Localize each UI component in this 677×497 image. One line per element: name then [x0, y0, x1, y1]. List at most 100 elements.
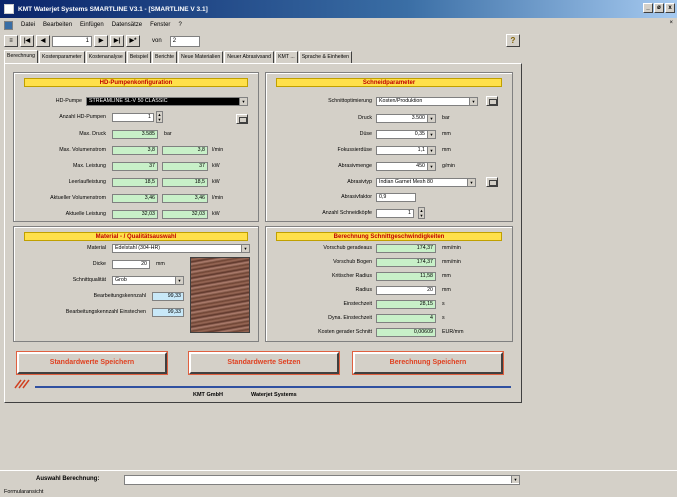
tab-berechnung[interactable]: Berechnung — [4, 50, 38, 63]
tab-kostenparameter[interactable]: Kostenparameter — [38, 51, 85, 63]
calculation-panel: HD-Pumpenkonfiguration HD-Pumpe STREAMLI… — [4, 63, 522, 403]
cutting-params-group: Schneidparameter Schnittoptimierung Kost… — [265, 72, 513, 222]
chevron-down-icon: ▼ — [175, 277, 183, 284]
record-number-input[interactable]: 1 — [52, 35, 92, 47]
abrasive-type-label: Abrasivtyp — [347, 179, 372, 185]
critical-radius-label: Kritischer Radius — [331, 273, 372, 279]
calc-select-label: Auswahl Berechnung: — [36, 476, 100, 482]
cost-straight-unit: EUR/mm — [442, 329, 464, 335]
menu-fenster[interactable]: Fenster — [150, 22, 170, 28]
close-icon[interactable]: × — [669, 20, 673, 26]
speed-calc-header: Berechnung Schnittgeschwindigkeiten — [276, 232, 502, 241]
material-group: Material - / Qualitätsauswahl Material E… — [13, 226, 259, 342]
abrasive-amount-select[interactable]: 450 ▼ — [376, 162, 436, 171]
radius-unit: mm — [442, 287, 451, 293]
set-defaults-button[interactable]: Standardwerte Setzen — [188, 351, 340, 375]
heads-input[interactable]: 1 — [376, 209, 414, 218]
menu-bearbeiten[interactable]: Bearbeiten — [43, 22, 72, 28]
quality-select[interactable]: Grob ▼ — [112, 276, 184, 285]
pump-select[interactable]: STREAMLINE SL-V 50 CLASSIC ▼ — [86, 97, 248, 106]
thickness-input[interactable]: 20 — [112, 260, 150, 269]
max-flow-unit: l/min — [212, 147, 224, 153]
focus-nozzle-select[interactable]: 1,1 ▼ — [376, 146, 436, 155]
heads-label: Anzahl Schneidköpfe — [322, 210, 372, 216]
abrasive-factor-value: 0,9 — [376, 193, 416, 202]
menu-help[interactable]: ? — [178, 22, 181, 28]
abrasive-factor-label: Abrasivfaktor — [341, 194, 372, 200]
quality-label: Schnittqualität — [72, 277, 106, 283]
new-record-button[interactable]: ▶* — [126, 35, 140, 47]
nozzle-label: Düse — [359, 131, 372, 137]
max-flow-value: 3,8 — [112, 146, 158, 155]
save-defaults-button[interactable]: Standardwerte Speichern — [16, 351, 168, 375]
max-pressure-label: Max. Druck — [79, 131, 106, 137]
window-title: KMT Waterjet Systems SMARTLINE V3.1 - [S… — [18, 5, 208, 13]
footer-company: KMT GmbH — [193, 392, 223, 398]
kmt-logo-icon — [13, 379, 33, 389]
pump-config-header: HD-Pumpenkonfiguration — [24, 78, 248, 87]
tab-kostenanalyse[interactable]: Kostenanalyse — [85, 51, 126, 63]
nozzle-unit: mm — [442, 131, 451, 137]
next-record-button[interactable]: ▶ — [94, 35, 108, 47]
help-button[interactable]: ? — [506, 34, 520, 47]
minimize-button[interactable]: _ — [643, 3, 653, 13]
machinability-pierce-label: Bearbeitungskennzahl Einstechen — [65, 309, 146, 315]
menu-datensaetze[interactable]: Datensätze — [112, 22, 142, 28]
bottom-bar: Auswahl Berechnung: ▼ Formularansicht — [0, 470, 677, 497]
nozzle-select[interactable]: 0,35 ▼ — [376, 130, 436, 139]
radius-label: Radius — [355, 287, 373, 293]
footer-separator — [35, 386, 511, 388]
material-surface-image — [190, 257, 250, 333]
material-select[interactable]: Edelstahl (304-HR) ▼ — [112, 244, 250, 253]
current-power-label: Aktuelle Leistung — [65, 211, 106, 217]
focus-nozzle-label: Fokussierdüse — [337, 147, 372, 153]
tab-sprache[interactable]: Sprache & Einheiten — [298, 51, 352, 63]
pump-info-button[interactable] — [236, 114, 248, 124]
tab-berichte[interactable]: Berichte — [151, 51, 178, 63]
chevron-down-icon: ▼ — [427, 147, 435, 154]
radius-input[interactable]: 20 — [376, 286, 436, 295]
chevron-down-icon: ▼ — [241, 245, 249, 252]
pierce-time-label: Einstechzeit — [343, 301, 372, 307]
abrasive-info-button[interactable] — [486, 177, 498, 187]
max-flow-value-2: 3,8 — [162, 146, 208, 155]
menu-einfuegen[interactable]: Einfügen — [80, 22, 104, 28]
heads-spinner[interactable]: ▲ ▼ — [418, 207, 425, 219]
window-titlebar: KMT Waterjet Systems SMARTLINE V3.1 - [S… — [0, 0, 677, 18]
thickness-label: Dicke — [92, 261, 106, 267]
pressure-select[interactable]: 3.500 ▼ — [376, 114, 436, 123]
prev-record-button[interactable]: ◀ — [36, 35, 50, 47]
pump-count-spinner[interactable]: ▲ ▼ — [156, 111, 163, 123]
optimization-label: Schnittoptimierung — [328, 98, 372, 104]
maximize-button[interactable]: ø — [654, 3, 664, 13]
cutting-params-header: Schneidparameter — [276, 78, 502, 87]
optimization-info-button[interactable] — [486, 96, 498, 106]
optimization-select[interactable]: Kosten/Produktion ▼ — [376, 97, 478, 106]
document-icon[interactable] — [4, 20, 13, 30]
close-button[interactable]: x — [665, 3, 675, 13]
pump-count-input[interactable]: 1 — [112, 113, 154, 122]
tab-neuer-abrasivsand[interactable]: Neuer Abrasivsand — [224, 51, 275, 63]
chevron-down-icon: ▼ — [511, 476, 519, 483]
current-power-value: 32,03 — [112, 210, 158, 219]
save-calculation-button[interactable]: Berechnung Speichern — [352, 351, 504, 375]
max-power-value: 37 — [112, 162, 158, 171]
dyn-pierce-time-unit: s — [442, 315, 445, 321]
tab-kmt[interactable]: KMT ... — [275, 51, 298, 63]
tab-neue-materialien[interactable]: Neue Materialien — [178, 51, 224, 63]
abrasive-type-select[interactable]: Indian Garnet Mesh 80 ▼ — [376, 178, 476, 187]
last-record-button[interactable]: ▶| — [110, 35, 124, 47]
chevron-down-icon: ▼ — [427, 131, 435, 138]
material-header: Material - / Qualitätsauswahl — [24, 232, 248, 241]
tab-beispiel[interactable]: Beispiel — [126, 51, 151, 63]
feed-arc-unit: mm/min — [442, 259, 461, 265]
first-record-button[interactable]: |◀ — [20, 35, 34, 47]
current-power-unit: kW — [212, 211, 220, 217]
current-flow-label: Aktueller Volumenstrom — [50, 195, 106, 201]
filter-icon[interactable]: ≡ — [4, 35, 18, 47]
calc-select[interactable]: ▼ — [124, 475, 520, 485]
app-icon — [4, 4, 14, 14]
pump-count-label: Anzahl HD-Pumpen — [59, 114, 106, 120]
menu-datei[interactable]: Datei — [21, 22, 35, 28]
von-label: von — [152, 38, 162, 44]
